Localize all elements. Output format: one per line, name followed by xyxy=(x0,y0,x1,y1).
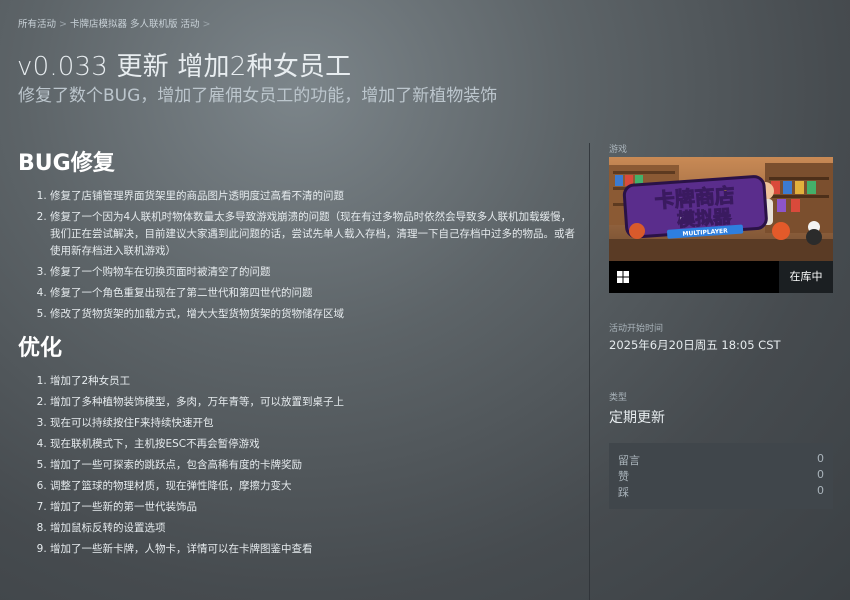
list-item: 修复了一个购物车在切换页面时被清空了的问题 xyxy=(50,264,578,281)
event-body: BUG修复 修复了店铺管理界面货架里的商品图片透明度过高看不清的问题 修复了一个… xyxy=(18,150,578,566)
breadcrumb-separator: > xyxy=(59,19,67,30)
breadcrumb-separator: > xyxy=(202,19,211,30)
optimization-list: 增加了2种女员工 增加了多种植物装饰模型，多肉，万年青等，可以放置到桌子上 现在… xyxy=(18,373,578,558)
stat-dislikes[interactable]: 踩 0 xyxy=(618,484,824,500)
stat-likes[interactable]: 赞 0 xyxy=(618,468,824,484)
game-cover-image[interactable]: 卡牌商店 模拟器 MULTIPLAYER xyxy=(609,157,833,261)
event-title: v0.033 更新 增加2种女员工 xyxy=(17,52,352,82)
start-time-label: 活动开始时间 xyxy=(609,324,664,334)
list-item: 修复了店铺管理界面货架里的商品图片透明度过高看不清的问题 xyxy=(50,188,578,205)
bugfix-list: 修复了店铺管理界面货架里的商品图片透明度过高看不清的问题 修复了一个因为4人联机… xyxy=(18,188,578,323)
windows-icon xyxy=(617,271,629,283)
game-label: 游戏 xyxy=(609,145,628,155)
game-cover-art: 卡牌商店 模拟器 MULTIPLAYER xyxy=(609,157,833,261)
event-subtitle: 修复了数个BUG，增加了雇佣女员工的功能，增加了新植物装饰 xyxy=(18,86,498,106)
breadcrumb: 所有活动 > 卡牌店模拟器 多人联机版 活动 > xyxy=(18,16,214,30)
type-value: 定期更新 xyxy=(609,410,665,426)
start-time-value: 2025年6月20日周五 18:05 CST xyxy=(609,338,781,352)
section-heading-optimization: 优化 xyxy=(18,336,63,361)
in-library-badge[interactable]: 在库中 xyxy=(779,261,833,293)
stat-value: 0 xyxy=(817,452,824,465)
section-heading-bugfix: BUG修复 xyxy=(18,151,115,176)
stat-label: 留言 xyxy=(618,454,640,467)
event-stats: 留言 0 赞 0 踩 0 xyxy=(609,443,833,509)
list-item: 修改了货物货架的加载方式，增大大型货物货架的货物储存区域 xyxy=(50,306,578,323)
list-item: 修复了一个角色重复出现在了第二世代和第四世代的问题 xyxy=(50,285,578,302)
list-item: 修复了一个因为4人联机时物体数量太多导致游戏崩溃的问题（现在有过多物品时依然会导… xyxy=(50,209,578,260)
stat-value: 0 xyxy=(817,484,824,497)
platform-bar xyxy=(609,261,779,293)
stat-label: 赞 xyxy=(618,470,629,483)
breadcrumb-all-activities[interactable]: 所有活动 xyxy=(18,19,56,30)
stat-label: 踩 xyxy=(618,486,629,499)
list-item: 调整了篮球的物理材质，现在弹性降低，摩擦力变大 xyxy=(50,478,578,495)
stat-comments[interactable]: 留言 0 xyxy=(618,452,824,468)
list-item: 增加了多种植物装饰模型，多肉，万年青等，可以放置到桌子上 xyxy=(50,394,578,411)
list-item: 增加了2种女员工 xyxy=(50,373,578,390)
column-divider xyxy=(589,143,590,600)
stat-value: 0 xyxy=(817,468,824,481)
game-card[interactable]: 卡牌商店 模拟器 MULTIPLAYER 在库中 xyxy=(609,157,833,293)
list-item: 现在可以持续按住F来持续快速开包 xyxy=(50,415,578,432)
breadcrumb-game-activities[interactable]: 卡牌店模拟器 多人联机版 活动 xyxy=(70,19,200,30)
list-item: 增加了一些可探索的跳跃点，包含高稀有度的卡牌奖励 xyxy=(50,457,578,474)
type-label: 类型 xyxy=(609,393,628,403)
list-item: 现在联机模式下，主机按ESC不再会暂停游戏 xyxy=(50,436,578,453)
list-item: 增加了一些新的第一世代装饰品 xyxy=(50,499,578,516)
list-item: 增加鼠标反转的设置选项 xyxy=(50,520,578,537)
list-item: 增加了一些新卡牌，人物卡，详情可以在卡牌图鉴中查看 xyxy=(50,541,578,558)
